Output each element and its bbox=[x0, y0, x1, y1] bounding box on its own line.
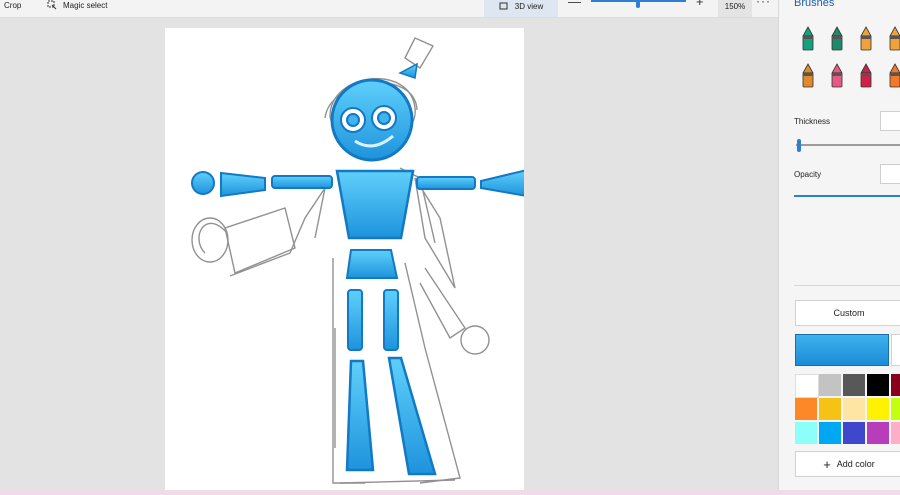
opacity-input[interactable] bbox=[880, 164, 900, 184]
color-swatch[interactable] bbox=[795, 422, 817, 444]
eraser-brush-icon[interactable] bbox=[828, 63, 846, 89]
divider bbox=[794, 285, 900, 286]
opacity-slider[interactable] bbox=[794, 195, 900, 197]
canvas-area[interactable] bbox=[0, 18, 778, 492]
brushes-panel: Brushes Thickness Opacity Custom + Add c… bbox=[778, 0, 900, 495]
color-swatch[interactable] bbox=[819, 398, 841, 420]
color-swatch[interactable] bbox=[795, 374, 819, 398]
panel-title: Brushes bbox=[794, 0, 835, 9]
calligraphy-pen-brush-icon[interactable] bbox=[828, 26, 846, 52]
left-shin bbox=[345, 359, 375, 472]
current-color-swatch[interactable] bbox=[795, 334, 889, 366]
add-color-button[interactable]: + Add color bbox=[795, 451, 900, 477]
left-hand bbox=[191, 171, 215, 195]
color-swatch[interactable] bbox=[891, 398, 900, 420]
color-swatch[interactable] bbox=[867, 374, 889, 396]
color-swatch[interactable] bbox=[819, 374, 841, 396]
crop-button[interactable]: Crop bbox=[4, 0, 21, 15]
plus-icon: + bbox=[823, 456, 831, 472]
magic-select-icon bbox=[47, 0, 57, 10]
opacity-label: Opacity bbox=[794, 170, 822, 179]
3d-view-icon bbox=[499, 2, 508, 10]
custom-color-button[interactable]: Custom bbox=[795, 300, 900, 326]
left-pupil bbox=[346, 113, 360, 127]
antenna bbox=[398, 62, 418, 79]
color-swatch[interactable] bbox=[891, 374, 900, 396]
view-3d-button[interactable]: 3D view bbox=[484, 0, 558, 17]
magic-select-label: Magic select bbox=[63, 0, 108, 10]
right-forearm bbox=[480, 169, 524, 197]
custom-label: Custom bbox=[833, 308, 865, 318]
toolbar: Crop Magic select 3D view — + 150% ··· bbox=[0, 0, 778, 18]
pencil-brush-icon[interactable] bbox=[799, 63, 817, 89]
right-shin bbox=[387, 356, 437, 476]
right-pupil bbox=[377, 111, 391, 125]
add-color-label: Add color bbox=[836, 459, 875, 469]
color-swatch[interactable] bbox=[843, 422, 865, 444]
magic-select-button[interactable]: Magic select bbox=[47, 0, 107, 15]
left-upper-arm bbox=[271, 175, 333, 189]
color-swatch[interactable] bbox=[819, 422, 841, 444]
zoom-level[interactable]: 150% bbox=[718, 0, 752, 17]
secondary-color-swatch[interactable] bbox=[891, 334, 900, 366]
thickness-input[interactable] bbox=[880, 111, 900, 131]
marker-brush-icon[interactable] bbox=[799, 26, 817, 52]
more-options-button[interactable]: ··· bbox=[756, 0, 771, 8]
thickness-label: Thickness bbox=[794, 117, 831, 126]
color-swatch[interactable] bbox=[867, 398, 889, 420]
robot-drawing bbox=[191, 37, 524, 484]
color-swatch[interactable] bbox=[867, 422, 889, 444]
watercolor-brush-icon[interactable] bbox=[886, 26, 900, 52]
crop-label: Crop bbox=[4, 0, 22, 10]
zoom-in-button[interactable]: + bbox=[696, 0, 704, 9]
thickness-slider-thumb[interactable] bbox=[797, 139, 801, 152]
bottom-strip bbox=[0, 490, 900, 495]
right-upper-arm bbox=[416, 176, 476, 190]
drawing-canvas[interactable] bbox=[165, 28, 524, 492]
left-thigh bbox=[347, 289, 363, 351]
thickness-slider[interactable] bbox=[796, 144, 900, 146]
oil-brush-icon[interactable] bbox=[857, 26, 875, 52]
color-swatch[interactable] bbox=[843, 374, 865, 396]
zoom-out-button[interactable]: — bbox=[568, 0, 581, 9]
color-swatch[interactable] bbox=[843, 398, 865, 420]
right-thigh bbox=[383, 289, 399, 351]
robot-hips bbox=[345, 249, 399, 279]
color-swatch[interactable] bbox=[891, 422, 900, 444]
crayon-brush-icon[interactable] bbox=[857, 63, 875, 89]
color-swatch[interactable] bbox=[795, 398, 817, 420]
view-3d-label: 3D view bbox=[514, 1, 544, 11]
left-forearm bbox=[220, 171, 266, 198]
spray-can-brush-icon[interactable] bbox=[886, 63, 900, 89]
zoom-level-value: 150% bbox=[724, 1, 746, 11]
robot-torso bbox=[335, 169, 415, 240]
zoom-slider-thumb[interactable] bbox=[636, 0, 640, 8]
